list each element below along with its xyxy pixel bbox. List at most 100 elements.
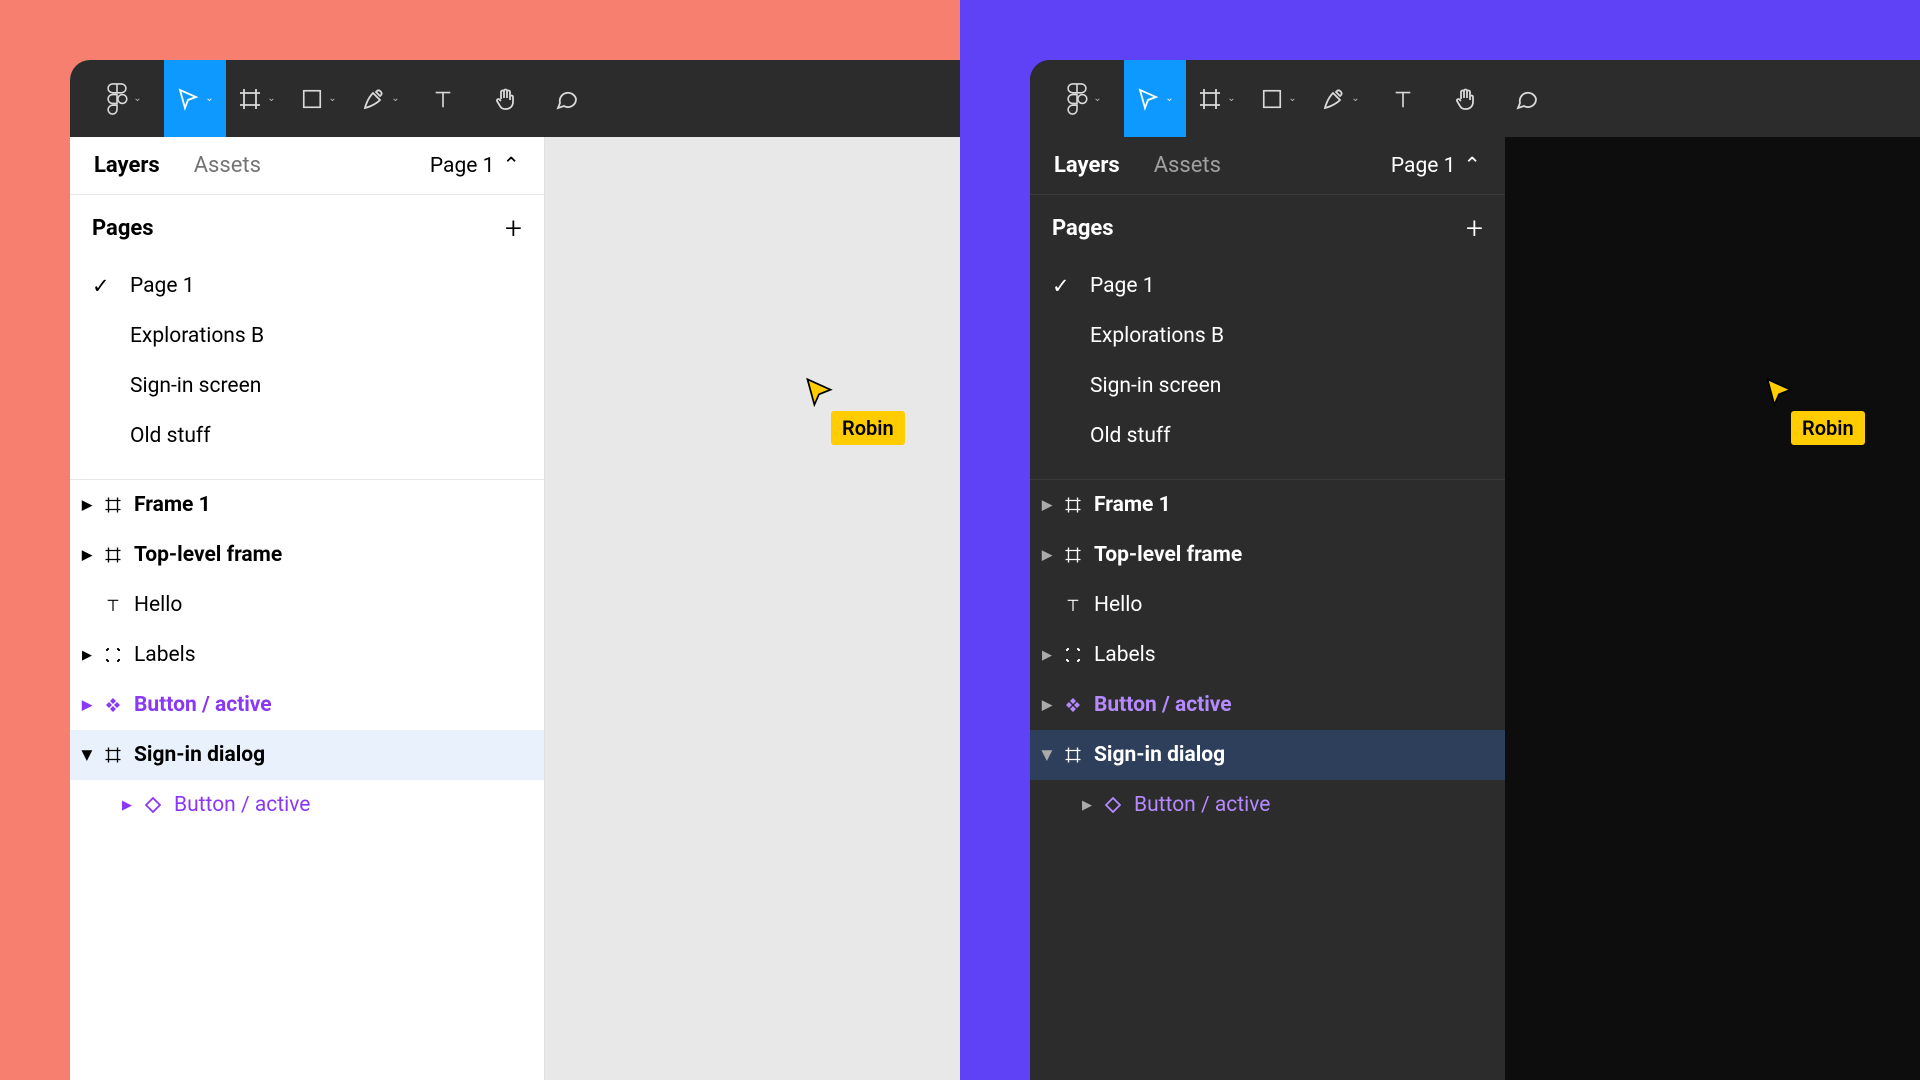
expand-icon[interactable]: ▶ [1042,648,1052,663]
page-item[interactable]: Explorations B [70,311,544,361]
text-icon [1062,594,1084,616]
expand-icon[interactable]: ▶ [82,698,92,713]
collaborator-name-badge: Robin [831,411,905,445]
page-item[interactable]: Old stuff [1030,411,1505,461]
figma-window-light: ⌄ ⌄ ⌄ ⌄ ⌄ Layers Assets Page 1⌃ Pages + ✓… [70,60,960,1080]
expand-icon[interactable]: ▶ [82,648,92,663]
text-tool[interactable] [1372,60,1434,137]
collapse-icon[interactable]: ▶ [1040,750,1055,760]
layer-instance[interactable]: ▶Button / active [70,780,544,830]
chevron-down-icon: ⌄ [205,93,213,104]
hand-tool[interactable] [474,60,536,137]
pages-header: Pages [1052,216,1114,241]
component-icon [1062,694,1084,716]
toolbar: ⌄ ⌄ ⌄ ⌄ ⌄ [70,60,960,137]
add-page-button[interactable]: + [1466,211,1483,246]
tab-assets[interactable]: Assets [1154,153,1221,178]
check-icon: ✓ [1052,274,1072,299]
component-icon [102,694,124,716]
frame-icon [102,494,124,516]
shape-tool[interactable]: ⌄ [1248,60,1310,137]
page-selector[interactable]: Page 1⌃ [1391,153,1481,178]
expand-icon[interactable]: ▶ [1042,498,1052,513]
frame-icon [102,744,124,766]
frame-icon [1062,494,1084,516]
chevron-down-icon: ⌄ [328,93,336,104]
frame-icon [1062,544,1084,566]
layer-frame-selected[interactable]: ▶Sign-in dialog [1030,730,1505,780]
expand-icon[interactable]: ▶ [122,798,132,813]
figma-logo-menu[interactable]: ⌄ [1044,60,1124,137]
frame-icon [102,544,124,566]
layers-panel: Layers Assets Page 1⌃ Pages + ✓Page 1 Exp… [1030,137,1505,1080]
collaborator-name-badge: Robin [1791,411,1865,445]
chevron-down-icon: ⌄ [1165,93,1173,104]
move-tool[interactable]: ⌄ [1124,60,1186,137]
page-item[interactable]: ✓Page 1 [70,261,544,311]
move-tool[interactable]: ⌄ [164,60,226,137]
layer-instance[interactable]: ▶Button / active [1030,780,1505,830]
toolbar: ⌄ ⌄ ⌄ ⌄ ⌄ [1030,60,1920,137]
frame-icon [1062,744,1084,766]
layer-frame-selected[interactable]: ▶Sign-in dialog [70,730,544,780]
layers-panel: Layers Assets Page 1⌃ Pages + ✓Page 1 Exp… [70,137,545,1080]
layer-frame[interactable]: ▶Top-level frame [1030,530,1505,580]
canvas[interactable]: Robin [545,137,960,1080]
expand-icon[interactable]: ▶ [82,548,92,563]
check-icon: ✓ [92,274,112,299]
text-icon [102,594,124,616]
instance-icon [142,794,164,816]
collaborator-cursor [1765,377,1793,411]
chevron-down-icon: ⌄ [1227,93,1235,104]
page-selector[interactable]: Page 1⌃ [430,153,520,178]
comment-tool[interactable] [1496,60,1558,137]
layer-frame[interactable]: ▶Top-level frame [70,530,544,580]
frame-tool[interactable]: ⌄ [1186,60,1248,137]
add-page-button[interactable]: + [505,211,522,246]
figma-window-dark: ⌄ ⌄ ⌄ ⌄ ⌄ Layers Assets Page 1⌃ Pages + ✓… [1030,60,1920,1080]
chevron-down-icon: ⌄ [133,93,141,104]
canvas[interactable]: Robin [1505,137,1920,1080]
expand-icon[interactable]: ▶ [1042,548,1052,563]
shape-tool[interactable]: ⌄ [288,60,350,137]
pen-tool[interactable]: ⌄ [1310,60,1372,137]
figma-logo-menu[interactable]: ⌄ [84,60,164,137]
layer-component[interactable]: ▶Button / active [70,680,544,730]
page-item[interactable]: Explorations B [1030,311,1505,361]
collaborator-cursor [805,377,833,411]
chevron-down-icon: ⌄ [1093,93,1101,104]
tab-assets[interactable]: Assets [194,153,261,178]
chevron-down-icon: ⌄ [391,93,399,104]
chevron-down-icon: ⌄ [267,93,275,104]
page-item[interactable]: Old stuff [70,411,544,461]
layer-frame[interactable]: ▶Frame 1 [1030,480,1505,530]
group-icon [1062,644,1084,666]
tab-layers[interactable]: Layers [94,153,160,178]
chevron-up-icon: ⌃ [502,153,520,178]
frame-tool[interactable]: ⌄ [226,60,288,137]
group-icon [102,644,124,666]
chevron-down-icon: ⌄ [1288,93,1296,104]
layer-component[interactable]: ▶Button / active [1030,680,1505,730]
layer-group[interactable]: ▶Labels [70,630,544,680]
pen-tool[interactable]: ⌄ [350,60,412,137]
hand-tool[interactable] [1434,60,1496,137]
tab-layers[interactable]: Layers [1054,153,1120,178]
layer-text[interactable]: Hello [1030,580,1505,630]
page-item[interactable]: Sign-in screen [1030,361,1505,411]
expand-icon[interactable]: ▶ [1082,798,1092,813]
layer-text[interactable]: Hello [70,580,544,630]
chevron-down-icon: ⌄ [1351,93,1359,104]
layer-group[interactable]: ▶Labels [1030,630,1505,680]
collapse-icon[interactable]: ▶ [80,750,95,760]
page-item[interactable]: ✓Page 1 [1030,261,1505,311]
comment-tool[interactable] [536,60,598,137]
instance-icon [1102,794,1124,816]
page-item[interactable]: Sign-in screen [70,361,544,411]
layer-frame[interactable]: ▶Frame 1 [70,480,544,530]
expand-icon[interactable]: ▶ [82,498,92,513]
text-tool[interactable] [412,60,474,137]
expand-icon[interactable]: ▶ [1042,698,1052,713]
chevron-up-icon: ⌃ [1463,153,1481,178]
pages-header: Pages [92,216,154,241]
